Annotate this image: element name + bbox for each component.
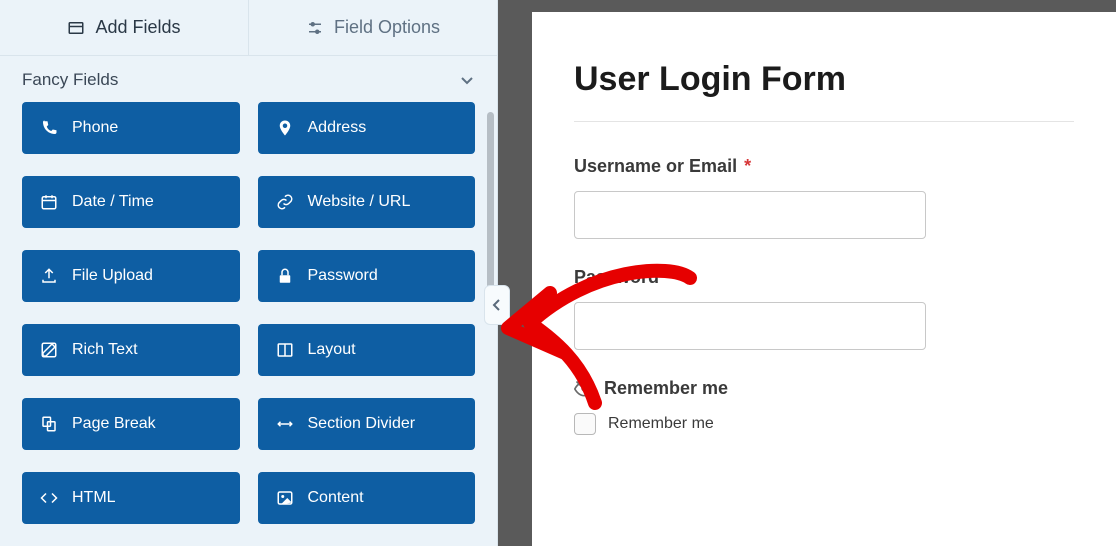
field-website[interactable]: Website / URL: [258, 176, 476, 228]
required-asterisk: *: [666, 267, 673, 287]
fancy-fields-grid: Phone Address Date / Time Website / URL …: [0, 102, 497, 546]
layout-icon: [276, 341, 294, 359]
sliders-icon: [306, 19, 324, 37]
field-datetime-label: Date / Time: [72, 193, 154, 211]
chevron-left-icon: [492, 299, 502, 311]
eye-off-icon: [574, 379, 594, 399]
field-richtext-label: Rich Text: [72, 341, 138, 359]
field-sectiondivider-label: Section Divider: [308, 415, 416, 433]
form-divider: [574, 121, 1074, 122]
tab-add-fields-label: Add Fields: [95, 17, 180, 38]
username-input[interactable]: [574, 191, 926, 239]
field-address[interactable]: Address: [258, 102, 476, 154]
remember-checkbox[interactable]: [574, 413, 596, 435]
map-pin-icon: [276, 119, 294, 137]
field-sectiondivider[interactable]: Section Divider: [258, 398, 476, 450]
field-phone[interactable]: Phone: [22, 102, 240, 154]
field-website-label: Website / URL: [308, 193, 411, 211]
calendar-icon: [40, 193, 58, 211]
form-preview: User Login Form Username or Email * Pass…: [532, 12, 1116, 546]
preview-area: User Login Form Username or Email * Pass…: [498, 0, 1116, 546]
edit-icon: [40, 341, 58, 359]
field-html-label: HTML: [72, 489, 116, 507]
field-content[interactable]: Content: [258, 472, 476, 524]
phone-icon: [40, 119, 58, 137]
section-title: Fancy Fields: [22, 70, 118, 90]
field-password-label: Password: [308, 267, 378, 285]
panel-tabs: Add Fields Field Options: [0, 0, 497, 56]
field-upload[interactable]: File Upload: [22, 250, 240, 302]
field-username[interactable]: Username or Email *: [574, 156, 1074, 239]
upload-icon: [40, 267, 58, 285]
field-pagebreak[interactable]: Page Break: [22, 398, 240, 450]
field-layout-label: Layout: [308, 341, 356, 359]
password-label: Password *: [574, 267, 1074, 288]
field-html[interactable]: HTML: [22, 472, 240, 524]
link-icon: [276, 193, 294, 211]
divider-icon: [276, 415, 294, 433]
remember-header: Remember me: [574, 378, 1074, 399]
tab-field-options[interactable]: Field Options: [248, 0, 497, 55]
code-icon: [40, 489, 58, 507]
field-phone-label: Phone: [72, 119, 118, 137]
field-password-preview[interactable]: Password *: [574, 267, 1074, 350]
required-asterisk: *: [744, 156, 751, 176]
field-upload-label: File Upload: [72, 267, 153, 285]
password-input[interactable]: [574, 302, 926, 350]
tab-add-fields[interactable]: Add Fields: [0, 0, 248, 55]
lock-icon: [276, 267, 294, 285]
field-remember[interactable]: Remember me Remember me: [574, 378, 1074, 435]
username-label: Username or Email *: [574, 156, 1074, 177]
field-content-label: Content: [308, 489, 364, 507]
field-richtext[interactable]: Rich Text: [22, 324, 240, 376]
sidebar-fields-panel: Add Fields Field Options Fancy Fields Ph…: [0, 0, 498, 546]
section-fancy-fields-header[interactable]: Fancy Fields: [0, 56, 497, 102]
remember-checkbox-row[interactable]: Remember me: [574, 413, 1074, 435]
add-fields-icon: [67, 19, 85, 37]
form-title: User Login Form: [574, 60, 1074, 99]
field-pagebreak-label: Page Break: [72, 415, 156, 433]
field-password[interactable]: Password: [258, 250, 476, 302]
remember-checkbox-label: Remember me: [608, 415, 714, 433]
chevron-down-icon: [459, 72, 475, 88]
remember-title: Remember me: [604, 378, 728, 399]
field-layout[interactable]: Layout: [258, 324, 476, 376]
collapse-panel-button[interactable]: [484, 285, 510, 325]
field-datetime[interactable]: Date / Time: [22, 176, 240, 228]
pagebreak-icon: [40, 415, 58, 433]
tab-field-options-label: Field Options: [334, 17, 440, 38]
field-address-label: Address: [308, 119, 367, 137]
image-icon: [276, 489, 294, 507]
